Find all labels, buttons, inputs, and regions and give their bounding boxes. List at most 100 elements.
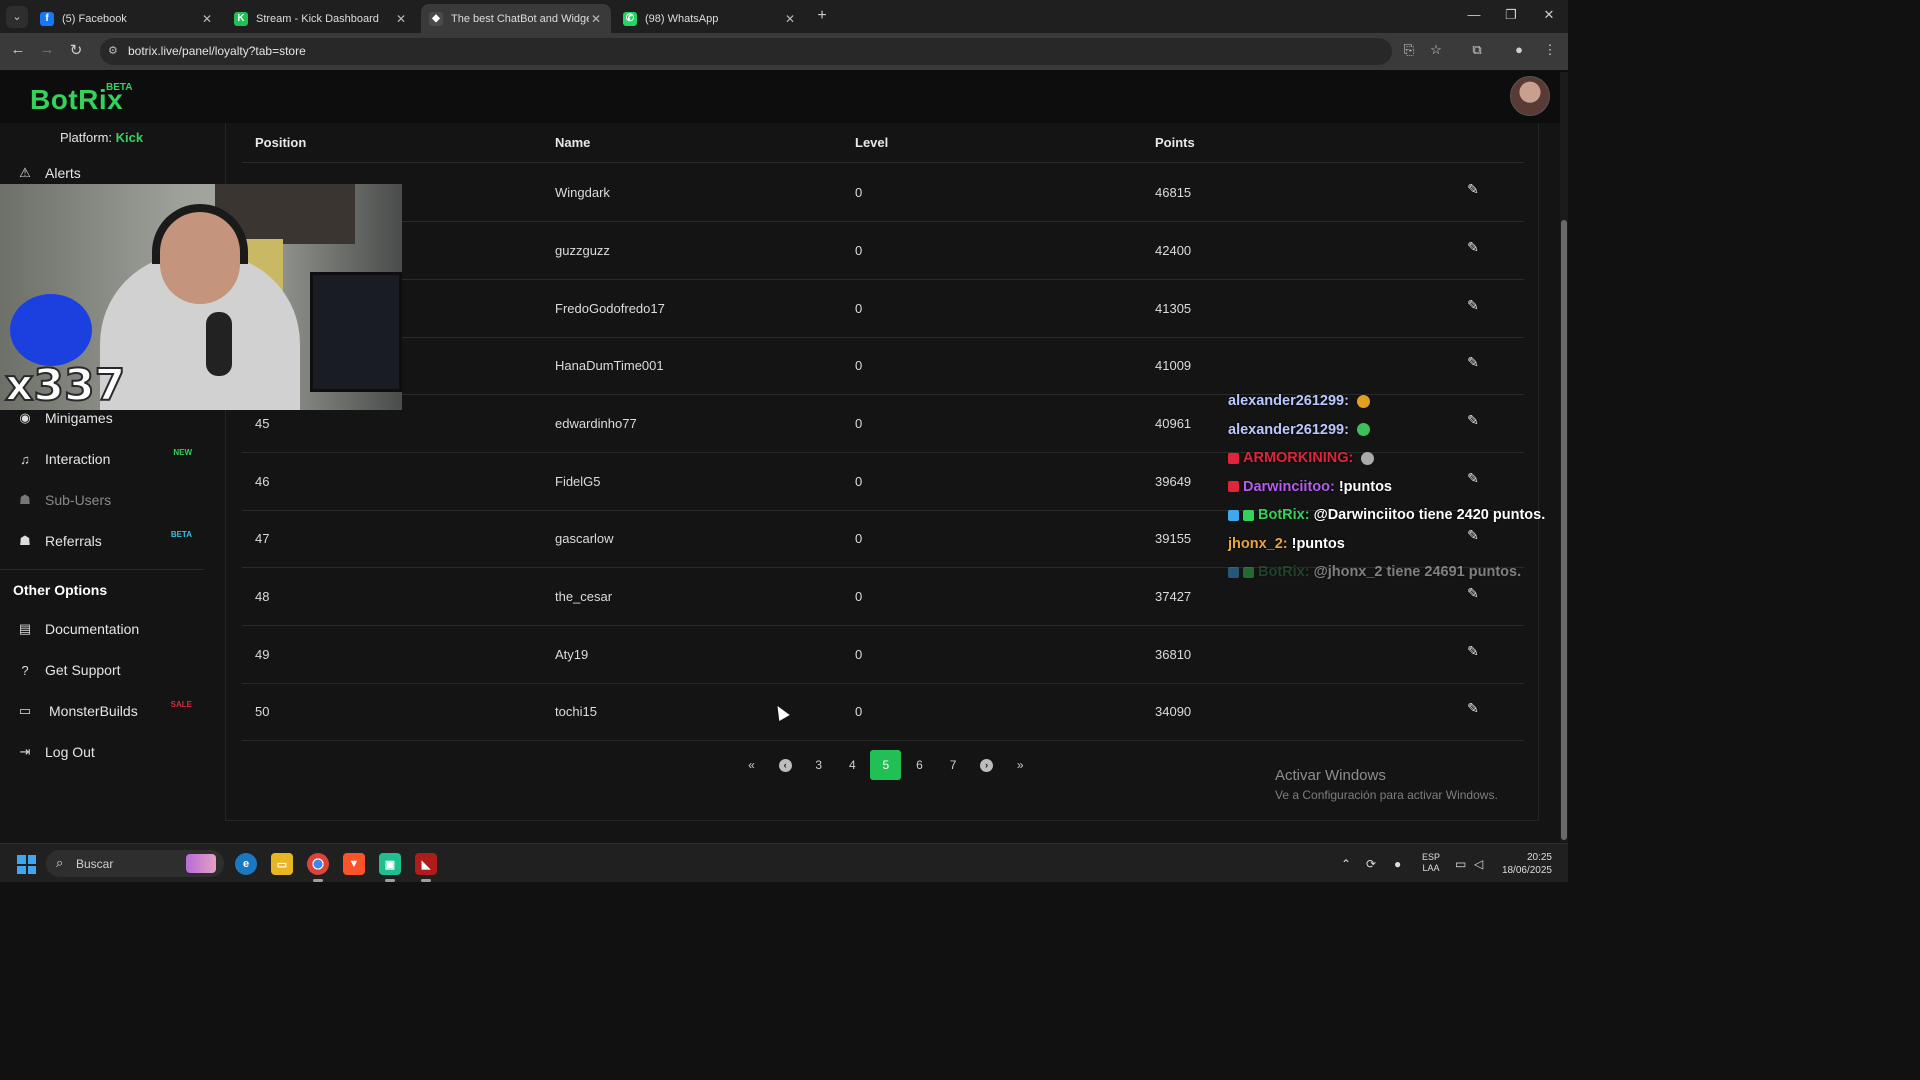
whatsapp-icon: ✆	[623, 11, 637, 26]
bookmark-star-icon[interactable]: ☆	[1426, 42, 1446, 58]
column-header-points: Points	[1155, 135, 1195, 150]
tab-search-button[interactable]: ⌄	[6, 6, 28, 28]
close-tab-icon[interactable]: ✕	[394, 12, 408, 26]
cell-points: 36810	[1155, 647, 1192, 662]
sidebar-item-sub-users[interactable]: ☗ Sub-Users	[0, 485, 204, 515]
page-button-3[interactable]: 3	[803, 750, 834, 780]
site-info-icon[interactable]: ⚙	[108, 44, 122, 58]
cell-level: 0	[855, 358, 863, 373]
tab-title: (5) Facebook	[62, 12, 127, 25]
chrome-icon[interactable]	[307, 853, 329, 875]
edit-pencil-icon[interactable]: ✎	[1465, 700, 1481, 716]
new-tab-button[interactable]: +	[812, 6, 832, 26]
chevron-right-icon: ›	[980, 758, 994, 772]
language-indicator[interactable]: ESP LAA	[1422, 852, 1440, 874]
reload-icon[interactable]: ↻	[66, 41, 86, 59]
other-options-heading: Other Options	[13, 582, 108, 598]
gamepad-icon: ◉	[19, 410, 31, 425]
close-tab-icon[interactable]: ✕	[783, 12, 797, 26]
page-button-7[interactable]: 7	[938, 750, 969, 780]
platform-indicator: Platform: Kick	[60, 130, 143, 145]
sync-icon[interactable]: ⟳	[1366, 857, 1376, 871]
sidebar-item-referrals[interactable]: ☗ Referrals BETA	[0, 526, 204, 556]
chat-message: BotRix: @jhonx_2 tiene 24691 puntos.	[1228, 558, 1568, 587]
platform-value: Kick	[115, 130, 144, 145]
scrollbar-thumb[interactable]	[1561, 220, 1567, 840]
cell-level: 0	[855, 589, 863, 604]
volume-icon[interactable]: ◁	[1474, 857, 1483, 871]
sidebar-item-get-support[interactable]: ? Get Support	[0, 655, 204, 685]
new-badge: NEW	[173, 448, 192, 457]
user-avatar[interactable]	[1510, 76, 1550, 116]
edit-pencil-icon[interactable]: ✎	[1465, 239, 1481, 255]
cell-position: 46	[255, 474, 270, 489]
tab-kick-dashboard[interactable]: K Stream - Kick Dashboard ✕	[226, 4, 416, 33]
sidebar-item-interaction[interactable]: ♫ Interaction NEW	[0, 444, 204, 474]
page-button-5-current[interactable]: 5	[870, 750, 902, 780]
translate-icon[interactable]: ⎘	[1399, 42, 1419, 58]
profile-icon[interactable]: ●	[1509, 42, 1529, 57]
edit-pencil-icon[interactable]: ✎	[1465, 643, 1481, 659]
cell-name: Aty19	[555, 647, 589, 662]
combo-counter: x337	[4, 359, 126, 410]
network-icon[interactable]: ▭	[1455, 857, 1466, 871]
restore-button[interactable]: ❐	[1501, 7, 1521, 23]
edge-icon[interactable]: e	[235, 853, 257, 875]
chat-badge-icon	[1228, 481, 1239, 493]
cell-name: FidelG5	[555, 474, 601, 489]
extensions-icon[interactable]: ⧉	[1467, 42, 1487, 58]
menu-dots-icon[interactable]: ⋮	[1540, 42, 1560, 58]
sidebar-item-monsterbuilds[interactable]: ▭ MonsterBuilds SALE	[0, 696, 204, 726]
forward-icon[interactable]: →	[37, 41, 57, 58]
emote-icon	[1361, 451, 1375, 465]
brave-icon[interactable]: ▼	[343, 853, 365, 875]
tab-whatsapp[interactable]: ✆ (98) WhatsApp ✕	[615, 4, 805, 33]
cell-points: 37427	[1155, 589, 1192, 604]
next-page-button[interactable]: ›	[971, 750, 1002, 780]
cell-points: 34090	[1155, 704, 1192, 719]
sidebar-item-label: Get Support	[45, 662, 121, 678]
chevron-up-icon[interactable]: ⌃	[1341, 857, 1351, 871]
cell-position: 45	[255, 416, 270, 431]
taskbar-search[interactable]: ⌕ Buscar	[46, 850, 224, 877]
edit-pencil-icon[interactable]: ✎	[1465, 297, 1481, 313]
cell-name: the_cesar	[555, 589, 613, 604]
close-tab-icon[interactable]: ✕	[589, 12, 603, 26]
kick-icon: K	[234, 11, 248, 26]
prev-page-button[interactable]: ‹	[770, 750, 801, 780]
sidebar-item-documentation[interactable]: ▤ Documentation	[0, 614, 204, 644]
logout-icon: ⇥	[19, 744, 31, 759]
address-bar[interactable]: ⚙ botrix.live/panel/loyalty?tab=store	[100, 38, 1392, 65]
tab-botrix[interactable]: ◆ The best ChatBot and Widgets ✕	[421, 4, 611, 33]
cell-level: 0	[855, 416, 863, 431]
page-button-6[interactable]: 6	[904, 750, 935, 780]
tab-title: The best ChatBot and Widgets	[451, 12, 589, 25]
close-window-button[interactable]: ✕	[1539, 7, 1559, 23]
first-page-button[interactable]: «	[736, 750, 767, 780]
page-button-4[interactable]: 4	[837, 750, 868, 780]
file-explorer-icon[interactable]: ▭	[271, 853, 293, 875]
last-page-button[interactable]: »	[1005, 750, 1036, 780]
sidebar-item-log-out[interactable]: ⇥ Log Out	[0, 737, 204, 767]
page-scrollbar[interactable]	[1560, 72, 1568, 842]
close-tab-icon[interactable]: ✕	[200, 12, 214, 26]
sidebar-divider	[0, 569, 204, 570]
edit-pencil-icon[interactable]: ✎	[1465, 181, 1481, 197]
chat-text: !puntos	[1291, 535, 1345, 552]
chat-message: Darwinciitoo: !puntos	[1228, 473, 1568, 502]
back-icon[interactable]: ←	[8, 41, 28, 58]
microphone-tray-icon[interactable]: ●	[1394, 857, 1401, 871]
edit-pencil-icon[interactable]: ✎	[1465, 585, 1481, 601]
chat-badge-icon	[1228, 509, 1239, 521]
table-row: 50 tochi15 0 34090 ✎	[242, 683, 1524, 741]
kick-app-icon[interactable]: ▣	[379, 853, 401, 875]
tab-facebook[interactable]: f (5) Facebook ✕	[32, 4, 222, 33]
edit-pencil-icon[interactable]: ✎	[1465, 354, 1481, 370]
obs-app-icon[interactable]: ◣	[415, 853, 437, 875]
laptop-icon: ▭	[18, 703, 32, 718]
minimize-button[interactable]: —	[1464, 7, 1484, 22]
cell-level: 0	[855, 531, 863, 546]
windows-start-icon[interactable]	[17, 855, 36, 874]
system-clock[interactable]: 20:25 18/06/2025	[1500, 851, 1552, 877]
clock-time: 20:25	[1526, 852, 1552, 863]
